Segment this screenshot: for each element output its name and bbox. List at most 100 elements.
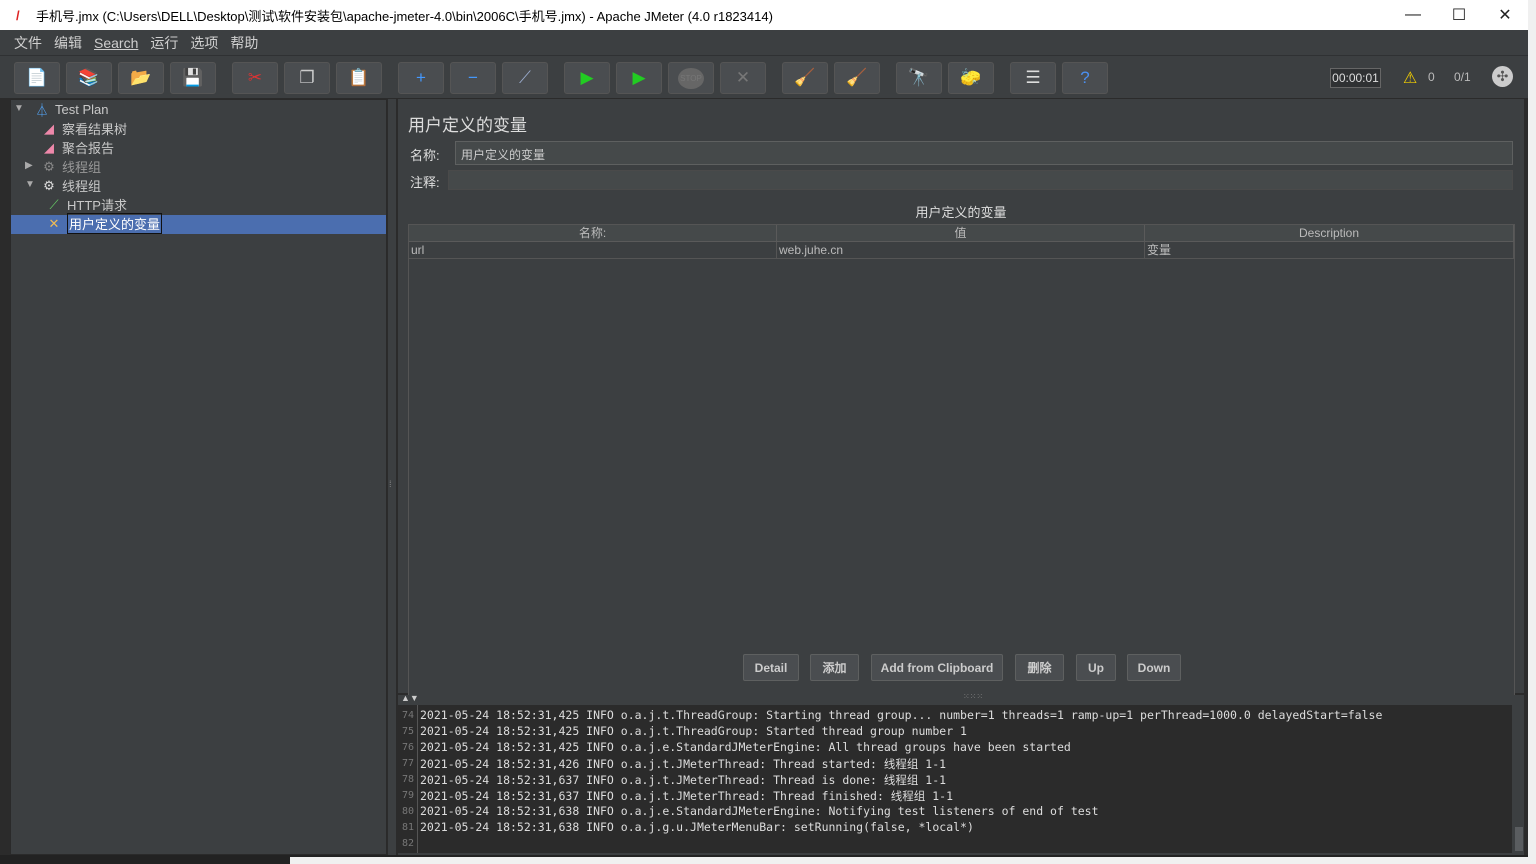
log-line-number: 81 — [401, 822, 414, 833]
menu-search[interactable]: Search — [94, 35, 138, 51]
toolbar: 00:00:01 ⚠ 0 0/1 ✣ 📄 📚 📂 💾 ✂ ❐ 📋 + − ⟋ ▶ ▶ STOP ✕ 🧹 🧹 🔭 🧽… — [0, 55, 1528, 98]
menu-bar: 文件 编辑 Search 运行 选项 帮助 — [0, 30, 1528, 55]
reset-search-button[interactable]: 🧽 — [948, 62, 994, 94]
graph-icon: ◢ — [44, 139, 54, 155]
function-helper-button[interactable]: ☰ — [1010, 62, 1056, 94]
expand-icon: + — [416, 68, 426, 87]
log-line-number: 74 — [401, 710, 414, 721]
collapse-button[interactable]: − — [450, 62, 496, 94]
clear-icon: 🧹 — [794, 68, 816, 87]
table-cell-value[interactable]: web.juhe.cn — [777, 242, 1145, 259]
tree-node-label: 察看结果树 — [62, 122, 128, 137]
help-icon: ? — [1080, 68, 1090, 87]
tree-node[interactable]: ⟋ HTTP请求 — [45, 195, 127, 214]
log-viewer[interactable]: 74 2021-05-24 18:52:31,425 INFO o.a.j.t.T… — [398, 705, 1512, 853]
comment-label: 注释: — [410, 175, 440, 190]
title-bar: / 手机号.jmx (C:\Users\DELL\Desktop\测试\软件安装… — [0, 0, 1528, 30]
expand-arrow-icon[interactable]: ▼ — [14, 103, 24, 114]
open-icon: 📂 — [130, 68, 152, 87]
log-line-number: 79 — [401, 790, 414, 801]
pipette-icon: ⟋ — [49, 196, 59, 212]
copy-button[interactable]: ❐ — [284, 62, 330, 94]
tree-node[interactable]: ✕ 用户定义的变量 — [45, 213, 163, 234]
tree-node-label: 用户定义的变量 — [67, 213, 163, 234]
close-button[interactable]: ✕ — [1482, 0, 1528, 30]
jmeter-feather-icon: / — [16, 7, 20, 23]
log-line-number: 78 — [401, 774, 414, 785]
gear-disabled-icon: ⚙ — [43, 158, 55, 174]
log-splitter-handle[interactable]: ⁙⁙⁙ — [963, 692, 983, 701]
stop-button[interactable]: STOP — [668, 62, 714, 94]
new-button[interactable]: 📄 — [14, 62, 60, 94]
help-button[interactable]: ? — [1062, 62, 1108, 94]
tree-node-label: 聚合报告 — [62, 141, 115, 156]
paste-button[interactable]: 📋 — [336, 62, 382, 94]
cut-icon: ✂ — [247, 68, 263, 87]
tree-node[interactable]: ⏃ Test Plan — [33, 100, 108, 119]
save-button[interactable]: 💾 — [170, 62, 216, 94]
toggle-button[interactable]: ⟋ — [502, 62, 548, 94]
minimize-button[interactable]: — — [1390, 0, 1436, 30]
table-caption: 用户定义的变量 — [915, 205, 1007, 220]
menu-help[interactable]: 帮助 — [230, 33, 258, 53]
thread-count: 0/1 — [1454, 70, 1471, 84]
new-icon: 📄 — [26, 68, 48, 87]
open-button[interactable]: 📂 — [118, 62, 164, 94]
splitter-handle[interactable]: ⁞ — [388, 99, 396, 855]
log-line: 2021-05-24 18:52:31,425 INFO o.a.j.t.Thr… — [420, 724, 967, 738]
column-header-name[interactable]: 名称: — [409, 225, 777, 242]
gear-icon: ⚙ — [43, 177, 55, 193]
name-input[interactable]: 用户定义的变量 — [455, 141, 1513, 165]
add-from-clipboard-button[interactable]: Add from Clipboard — [871, 654, 1003, 681]
comment-input[interactable] — [448, 170, 1513, 190]
expand-button[interactable]: + — [398, 62, 444, 94]
start-no-pause-button[interactable]: ▶ — [616, 62, 662, 94]
maximize-button[interactable]: ☐ — [1436, 0, 1482, 30]
menu-edit[interactable]: 编辑 — [54, 33, 82, 53]
clear-all-icon: 🧹 — [846, 68, 868, 87]
menu-run[interactable]: 运行 — [150, 33, 178, 53]
add-button[interactable]: 添加 — [810, 654, 859, 681]
tree-node[interactable]: ◢ 聚合报告 — [40, 138, 114, 157]
up-button[interactable]: Up — [1076, 654, 1116, 681]
detail-button[interactable]: Detail — [743, 654, 799, 681]
start-icon: ▶ — [580, 68, 594, 87]
cut-button[interactable]: ✂ — [232, 62, 278, 94]
page-title: 用户定义的变量 — [408, 116, 527, 135]
start-button[interactable]: ▶ — [564, 62, 610, 94]
clear-button[interactable]: 🧹 — [782, 62, 828, 94]
delete-button[interactable]: 删除 — [1015, 654, 1064, 681]
shutdown-button[interactable]: ✕ — [720, 62, 766, 94]
collapse-expand-arrows-icon[interactable]: ▲▼ — [401, 693, 419, 703]
tree-node-label: Test Plan — [55, 102, 109, 117]
tree-node[interactable]: ⚙ 线程组 — [40, 176, 101, 195]
log-line-number: 80 — [401, 806, 414, 817]
log-scrollbar[interactable] — [1514, 705, 1524, 853]
tree-node[interactable]: ◢ 察看结果树 — [40, 119, 127, 138]
copy-icon: ❐ — [299, 68, 315, 87]
down-button[interactable]: Down — [1127, 654, 1181, 681]
table-cell-description[interactable]: 变量 — [1145, 242, 1514, 259]
menu-file[interactable]: 文件 — [14, 33, 42, 53]
log-line-number: 82 — [401, 838, 414, 849]
remote-engines-icon[interactable]: ✣ — [1492, 66, 1513, 87]
expand-arrow-icon[interactable]: ▼ — [25, 179, 35, 190]
taskbar-strip — [0, 855, 1528, 864]
templates-button[interactable]: 📚 — [66, 62, 112, 94]
tree-node[interactable]: ⚙ 线程组 — [40, 157, 101, 176]
menu-options[interactable]: 选项 — [190, 33, 218, 53]
column-header-description[interactable]: Description — [1145, 225, 1514, 242]
toggle-icon: ⟋ — [519, 68, 531, 87]
templates-icon: 📚 — [78, 68, 100, 87]
graph-icon: ◢ — [44, 120, 54, 136]
function-helper-icon: ☰ — [1025, 68, 1041, 87]
log-line-number: 76 — [401, 742, 414, 753]
log-line: 2021-05-24 18:52:31,638 INFO o.a.j.e.Sta… — [420, 804, 1099, 818]
warning-icon[interactable]: ⚠ — [1403, 68, 1417, 88]
log-line: 2021-05-24 18:52:31,637 INFO o.a.j.t.JMe… — [420, 789, 953, 803]
table-cell-name[interactable]: url — [409, 242, 777, 259]
clear-all-button[interactable]: 🧹 — [834, 62, 880, 94]
collapse-arrow-icon[interactable]: ▶ — [25, 160, 33, 171]
column-header-value[interactable]: 值 — [777, 225, 1145, 242]
search-button[interactable]: 🔭 — [896, 62, 942, 94]
